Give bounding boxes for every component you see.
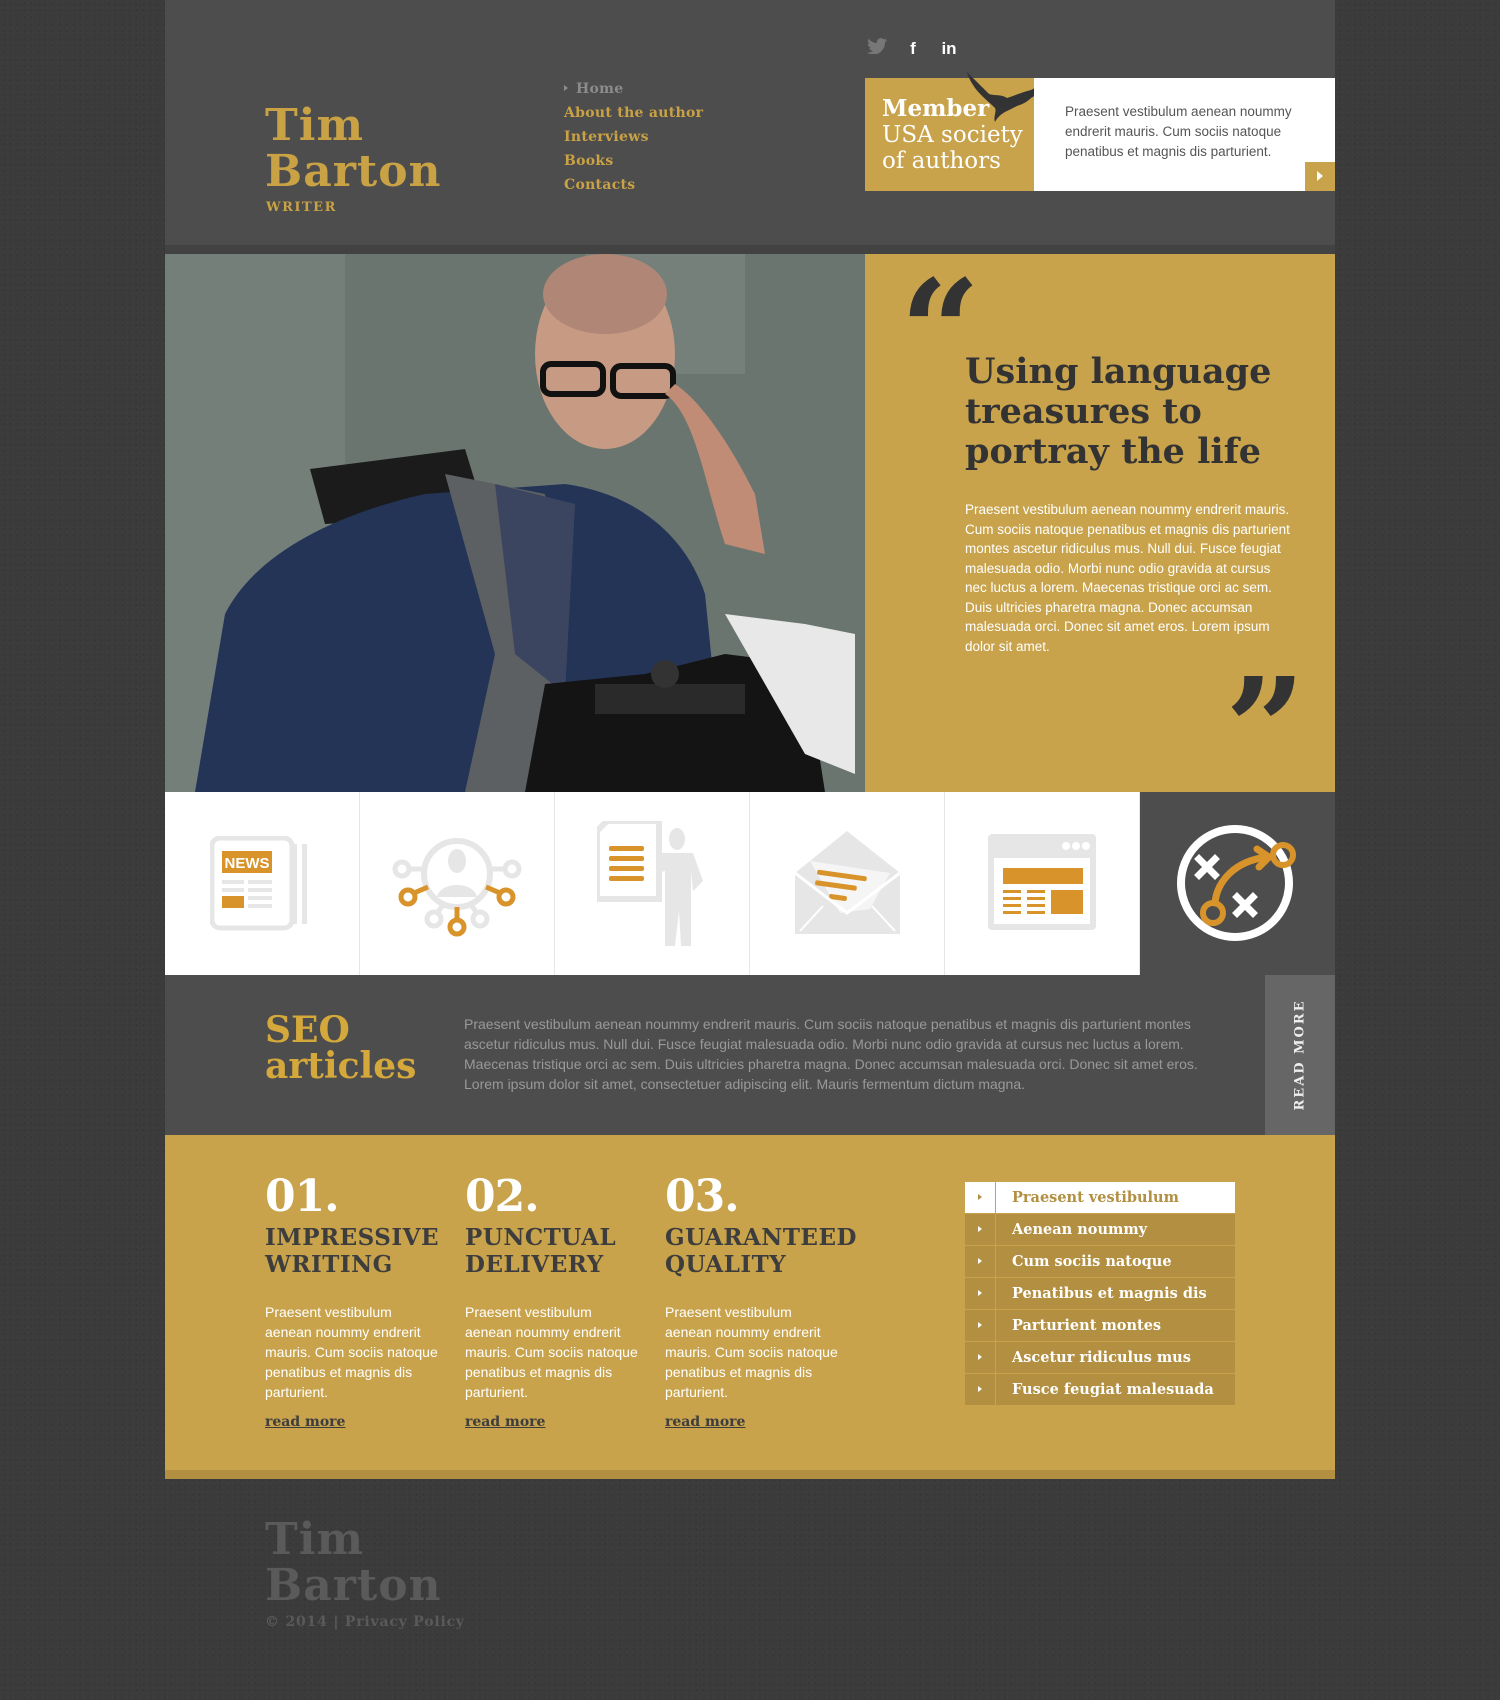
arrow-right-icon: [965, 1310, 996, 1341]
feature-1: 01. IMPRESSIVE WRITING Praesent vestibul…: [265, 1172, 440, 1431]
nav-books[interactable]: Books: [564, 152, 703, 176]
arrow-right-icon: [965, 1246, 996, 1277]
header-divider: [165, 245, 1335, 254]
list-item[interactable]: Praesent vestibulum: [965, 1182, 1235, 1214]
list-item-label: Penatibus et magnis dis: [1012, 1285, 1207, 1302]
nav-interviews[interactable]: Interviews: [564, 128, 703, 152]
social-links: f in: [866, 38, 960, 59]
footer-last-name: Barton: [265, 1560, 442, 1611]
feature-2: 02. PUNCTUAL DELIVERY Praesent vestibulu…: [465, 1172, 640, 1431]
logo-last-name: Barton: [265, 146, 442, 197]
member-subtitle-line2: of authors: [882, 148, 1001, 174]
quote-body: Praesent vestibulum aenean noummy endrer…: [965, 502, 1290, 654]
list-item-label: Parturient montes: [1012, 1317, 1162, 1334]
feature-number: 02.: [465, 1171, 540, 1222]
list-item[interactable]: Parturient montes: [965, 1310, 1235, 1342]
seo-description: Praesent vestibulum aenean noummy endrer…: [464, 1016, 1198, 1092]
service-strategy[interactable]: [1140, 792, 1335, 975]
footer-first-name: Tim: [265, 1514, 365, 1565]
network-icon: [392, 837, 522, 936]
author-photo-illustration: [165, 254, 865, 792]
strategy-icon: [1177, 825, 1296, 941]
feature-3: 03. GUARANTEED QUALITY Praesent vestibul…: [665, 1171, 857, 1431]
main-nav: Home About the author Interviews Books C…: [564, 80, 703, 200]
nav-contacts[interactable]: Contacts: [564, 176, 703, 200]
member-subtitle-line1: USA society: [882, 122, 1023, 148]
facebook-icon[interactable]: f: [902, 39, 924, 59]
arrow-right-icon: [965, 1182, 996, 1213]
seo-title: SEO articles: [265, 1012, 416, 1084]
member-description: Praesent vestibulum aenean noummy endrer…: [1034, 78, 1335, 191]
feature-title: IMPRESSIVE WRITING: [265, 1224, 440, 1278]
news-icon: NEWS: [209, 836, 307, 931]
logo[interactable]: Tim Barton: [265, 103, 442, 195]
logo-first-name: Tim: [265, 100, 365, 151]
close-quote-icon: ”: [1225, 648, 1306, 812]
copyright-text: © 2014 |: [265, 1614, 340, 1630]
logo-tagline: WRITER: [266, 200, 337, 215]
list-item[interactable]: Ascetur ridiculus mus: [965, 1342, 1235, 1374]
author-photo: [165, 254, 865, 792]
news-label: NEWS: [224, 855, 269, 872]
list-item-label: Fusce feugiat malesuada: [1012, 1381, 1214, 1398]
eagle-icon: [967, 72, 1043, 122]
feature-text: Praesent vestibulum aenean noummy endrer…: [265, 1304, 438, 1400]
linkedin-icon[interactable]: in: [938, 39, 960, 59]
feature-read-more-link[interactable]: read more: [665, 1414, 745, 1430]
service-news[interactable]: NEWS: [165, 792, 360, 975]
list-item[interactable]: Penatibus et magnis dis: [965, 1278, 1235, 1310]
service-network[interactable]: [360, 792, 555, 975]
webpage-icon: [988, 833, 1096, 930]
feature-read-more-link[interactable]: read more: [465, 1414, 545, 1430]
twitter-icon[interactable]: [866, 38, 888, 59]
read-more-button[interactable]: READ MORE: [1265, 975, 1335, 1135]
feature-title-line2: QUALITY: [665, 1251, 787, 1278]
list-item-label: Cum sociis natoque: [1012, 1253, 1172, 1270]
service-presentation[interactable]: [555, 792, 750, 975]
feature-read-more-link[interactable]: read more: [265, 1414, 345, 1430]
arrow-right-icon: [965, 1214, 996, 1245]
arrow-right-icon: [965, 1278, 996, 1309]
presentation-icon: [597, 821, 703, 946]
arrow-right-icon: [965, 1374, 996, 1405]
feature-title: PUNCTUAL DELIVERY: [465, 1224, 640, 1278]
list-item[interactable]: Cum sociis natoque: [965, 1246, 1235, 1278]
list-item[interactable]: Aenean noummy: [965, 1214, 1235, 1246]
features-bottom-border: [165, 1470, 1335, 1479]
feature-title-line1: IMPRESSIVE: [265, 1224, 440, 1251]
mail-icon: [794, 831, 900, 934]
service-icons: NEWS: [165, 792, 1335, 975]
seo-title-line1: SEO: [265, 1009, 350, 1051]
feature-title-line1: PUNCTUAL: [465, 1224, 617, 1251]
feature-title-line2: WRITING: [265, 1251, 393, 1278]
privacy-policy-link[interactable]: Privacy Policy: [345, 1614, 465, 1630]
list-item-label: Praesent vestibulum: [1012, 1189, 1179, 1206]
arrow-right-icon: [965, 1342, 996, 1373]
nav-about-the-author[interactable]: About the author: [564, 104, 703, 128]
nav-home[interactable]: Home: [564, 80, 703, 104]
list-item[interactable]: Fusce feugiat malesuada: [965, 1374, 1235, 1406]
feature-title: GUARANTEED QUALITY: [665, 1224, 857, 1278]
service-webpage[interactable]: [945, 792, 1140, 975]
member-next-button[interactable]: [1305, 162, 1335, 191]
feature-number: 03.: [665, 1171, 740, 1222]
feature-number: 01.: [265, 1171, 340, 1222]
feature-text: Praesent vestibulum aenean noummy endrer…: [465, 1304, 638, 1400]
topic-list: Praesent vestibulum Aenean noummy Cum so…: [965, 1182, 1235, 1406]
footer-copyright: © 2014 | Privacy Policy: [265, 1614, 465, 1630]
feature-title-line1: GUARANTEED: [665, 1224, 857, 1251]
list-item-label: Ascetur ridiculus mus: [1012, 1349, 1191, 1366]
service-mail[interactable]: [750, 792, 945, 975]
feature-title-line2: DELIVERY: [465, 1251, 604, 1278]
read-more-label: READ MORE: [1292, 999, 1308, 1111]
list-item-label: Aenean noummy: [1012, 1221, 1148, 1238]
quote-heading: Using language treasures to portray the …: [965, 351, 1272, 472]
seo-title-line2: articles: [265, 1045, 417, 1087]
footer-logo: Tim Barton: [265, 1517, 442, 1609]
feature-text: Praesent vestibulum aenean noummy endrer…: [665, 1304, 838, 1400]
